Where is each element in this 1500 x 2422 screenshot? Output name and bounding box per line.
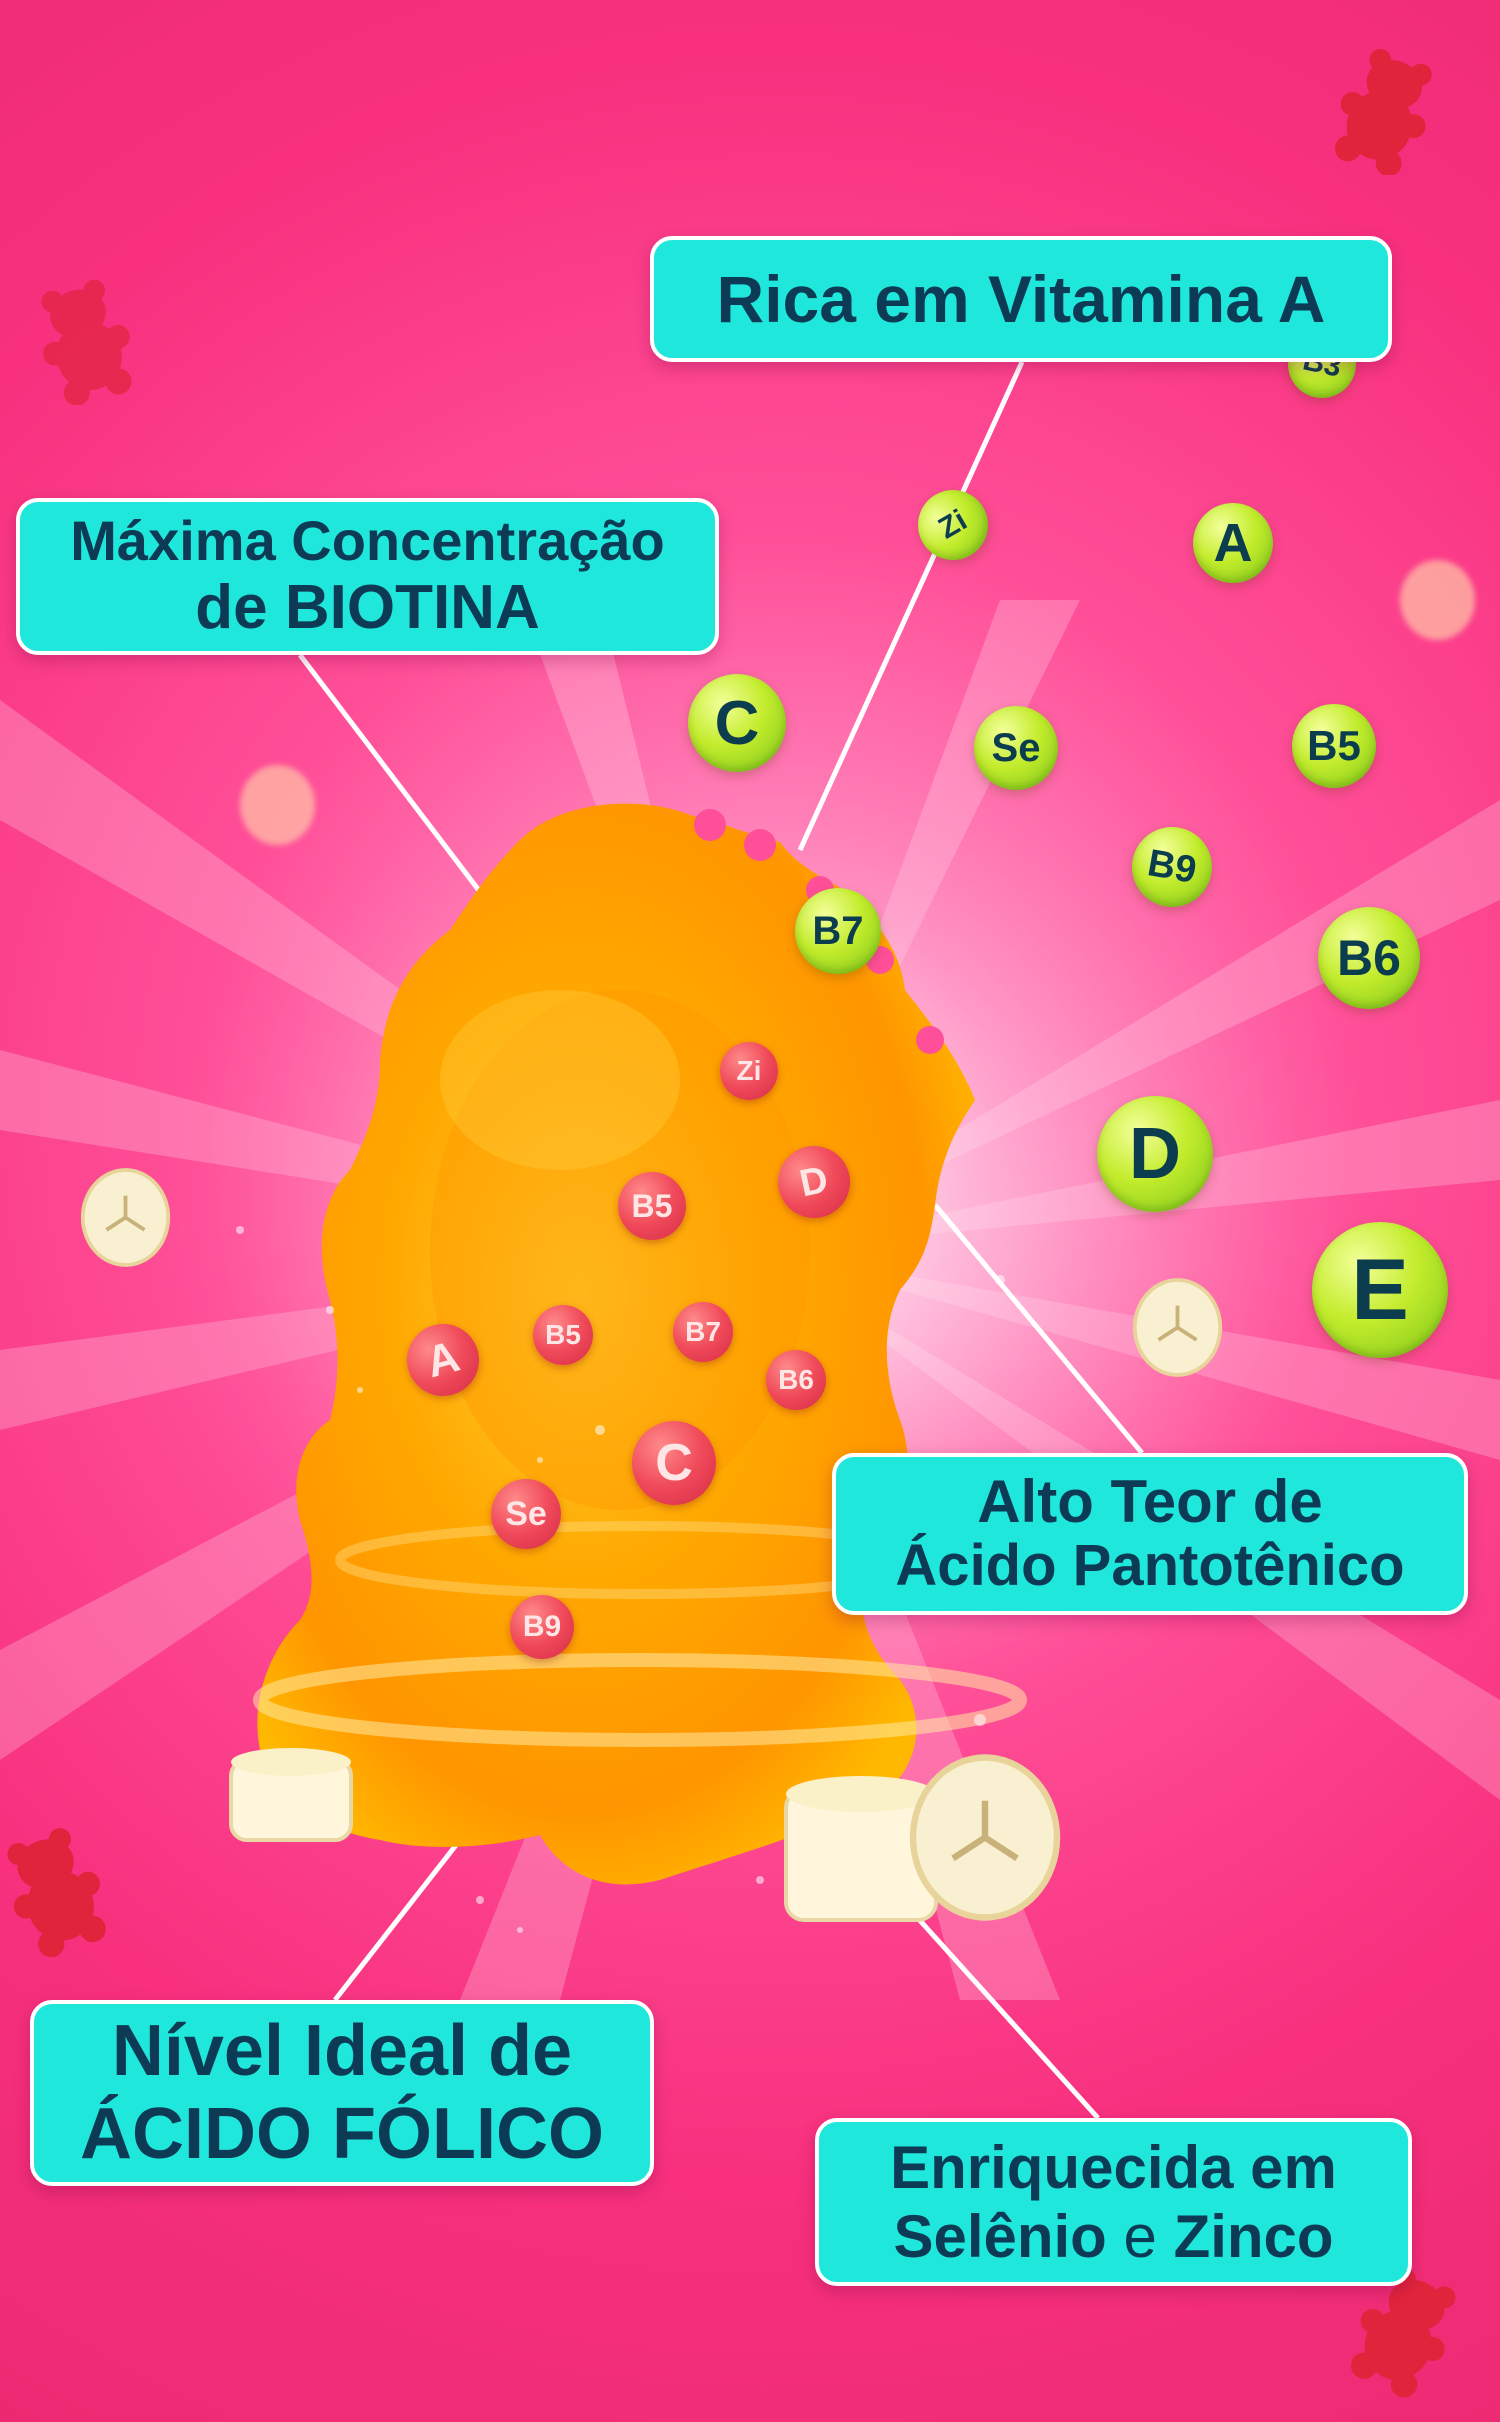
red-gummy-bear-icon — [7, 1828, 106, 1958]
callout-folico-line2: ÁCIDO FÓLICO — [80, 2094, 604, 2174]
callout-vitamina-a-prefix: Rica em — [716, 262, 989, 336]
callout-pantotenico-line1: Alto Teor de — [977, 1468, 1323, 1536]
nutrient-ball-red-b6: B6 — [766, 1350, 826, 1410]
banana-slice-icon — [80, 1168, 171, 1267]
nutrient-ball-a: A — [1193, 503, 1273, 583]
callout-pantotenico-line2: Ácido Pantotênico — [895, 1533, 1405, 1599]
infographic-canvas: B3 Zi A C Se B5 B9 B7 B6 D E Zi D B5 B5 … — [0, 0, 1500, 2422]
nutrient-ball-e: E — [1312, 1222, 1448, 1358]
callout-biotina: Máxima Concentração de BIOTINA — [16, 498, 719, 655]
blurred-banana-slice — [1400, 560, 1475, 640]
nutrient-ball-b7: B7 — [795, 888, 881, 974]
nutrient-ball-b6: B6 — [1318, 907, 1420, 1009]
nutrient-ball-c: C — [688, 674, 786, 772]
banana-piece-icon — [229, 1748, 353, 1842]
callout-vitamina-a: Rica em Vitamina A — [650, 236, 1392, 362]
banana-slice-icon — [909, 1754, 1061, 1921]
nutrient-ball-red-se: Se — [491, 1479, 561, 1549]
callout-selenio-highlight-selenio: Selênio — [893, 2203, 1107, 2270]
callout-folico: Nível Ideal de ÁCIDO FÓLICO — [30, 2000, 654, 2186]
callout-biotina-highlight: BIOTINA — [284, 573, 540, 643]
nutrient-ball-red-zi: Zi — [720, 1042, 778, 1100]
nutrient-ball-red-b5: B5 — [618, 1172, 686, 1240]
nutrient-ball-red-b5: B5 — [533, 1305, 593, 1365]
callout-selenio-line1: Enriquecida em — [890, 2134, 1337, 2201]
nutrient-ball-red-b9: B9 — [510, 1595, 574, 1659]
banana-slice-icon — [1132, 1278, 1223, 1377]
nutrient-ball-b5: B5 — [1292, 704, 1376, 788]
nutrient-ball-d: D — [1097, 1096, 1213, 1212]
nutrient-ball-red-c: C — [632, 1421, 716, 1505]
callout-biotina-prefix: de — [195, 573, 285, 643]
blurred-banana-slice — [240, 765, 315, 845]
nutrient-ball-red-b7: B7 — [673, 1302, 733, 1362]
nutrient-ball-se: Se — [974, 706, 1058, 790]
callout-selenio-joiner: e — [1106, 2203, 1174, 2270]
red-gummy-bear-icon — [41, 279, 132, 405]
callout-pantotenico: Alto Teor de Ácido Pantotênico — [832, 1453, 1468, 1615]
callout-selenio-highlight-zinco: Zinco — [1173, 2203, 1334, 2270]
callout-folico-line1: Nível Ideal de — [111, 2011, 573, 2092]
callout-vitamina-a-highlight: Vitamina A — [988, 262, 1326, 336]
callout-biotina-line1: Máxima Concentração — [70, 509, 665, 573]
callout-selenio-zinco: Enriquecida em Selênio e Zinco — [815, 2118, 1412, 2286]
red-gummy-bear-icon — [1334, 49, 1432, 175]
